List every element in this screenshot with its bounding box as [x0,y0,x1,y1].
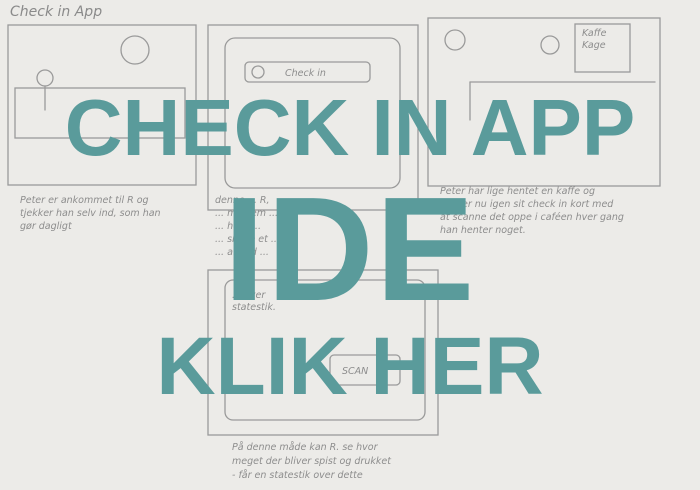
sketch-app-label: Check in App [10,4,102,20]
headline-title: CHECK IN APP [64,83,636,172]
logo-icon [120,35,150,65]
idea-label: IDE [223,167,477,332]
click-here-link[interactable]: KLIK HER [0,326,700,408]
panel-2-screen-text: Check in [285,68,326,79]
panel-4-caption: På denne måde kan R. se hvor meget der b… [232,442,394,481]
panel-3-menu: Kaffe Kage [582,28,609,51]
